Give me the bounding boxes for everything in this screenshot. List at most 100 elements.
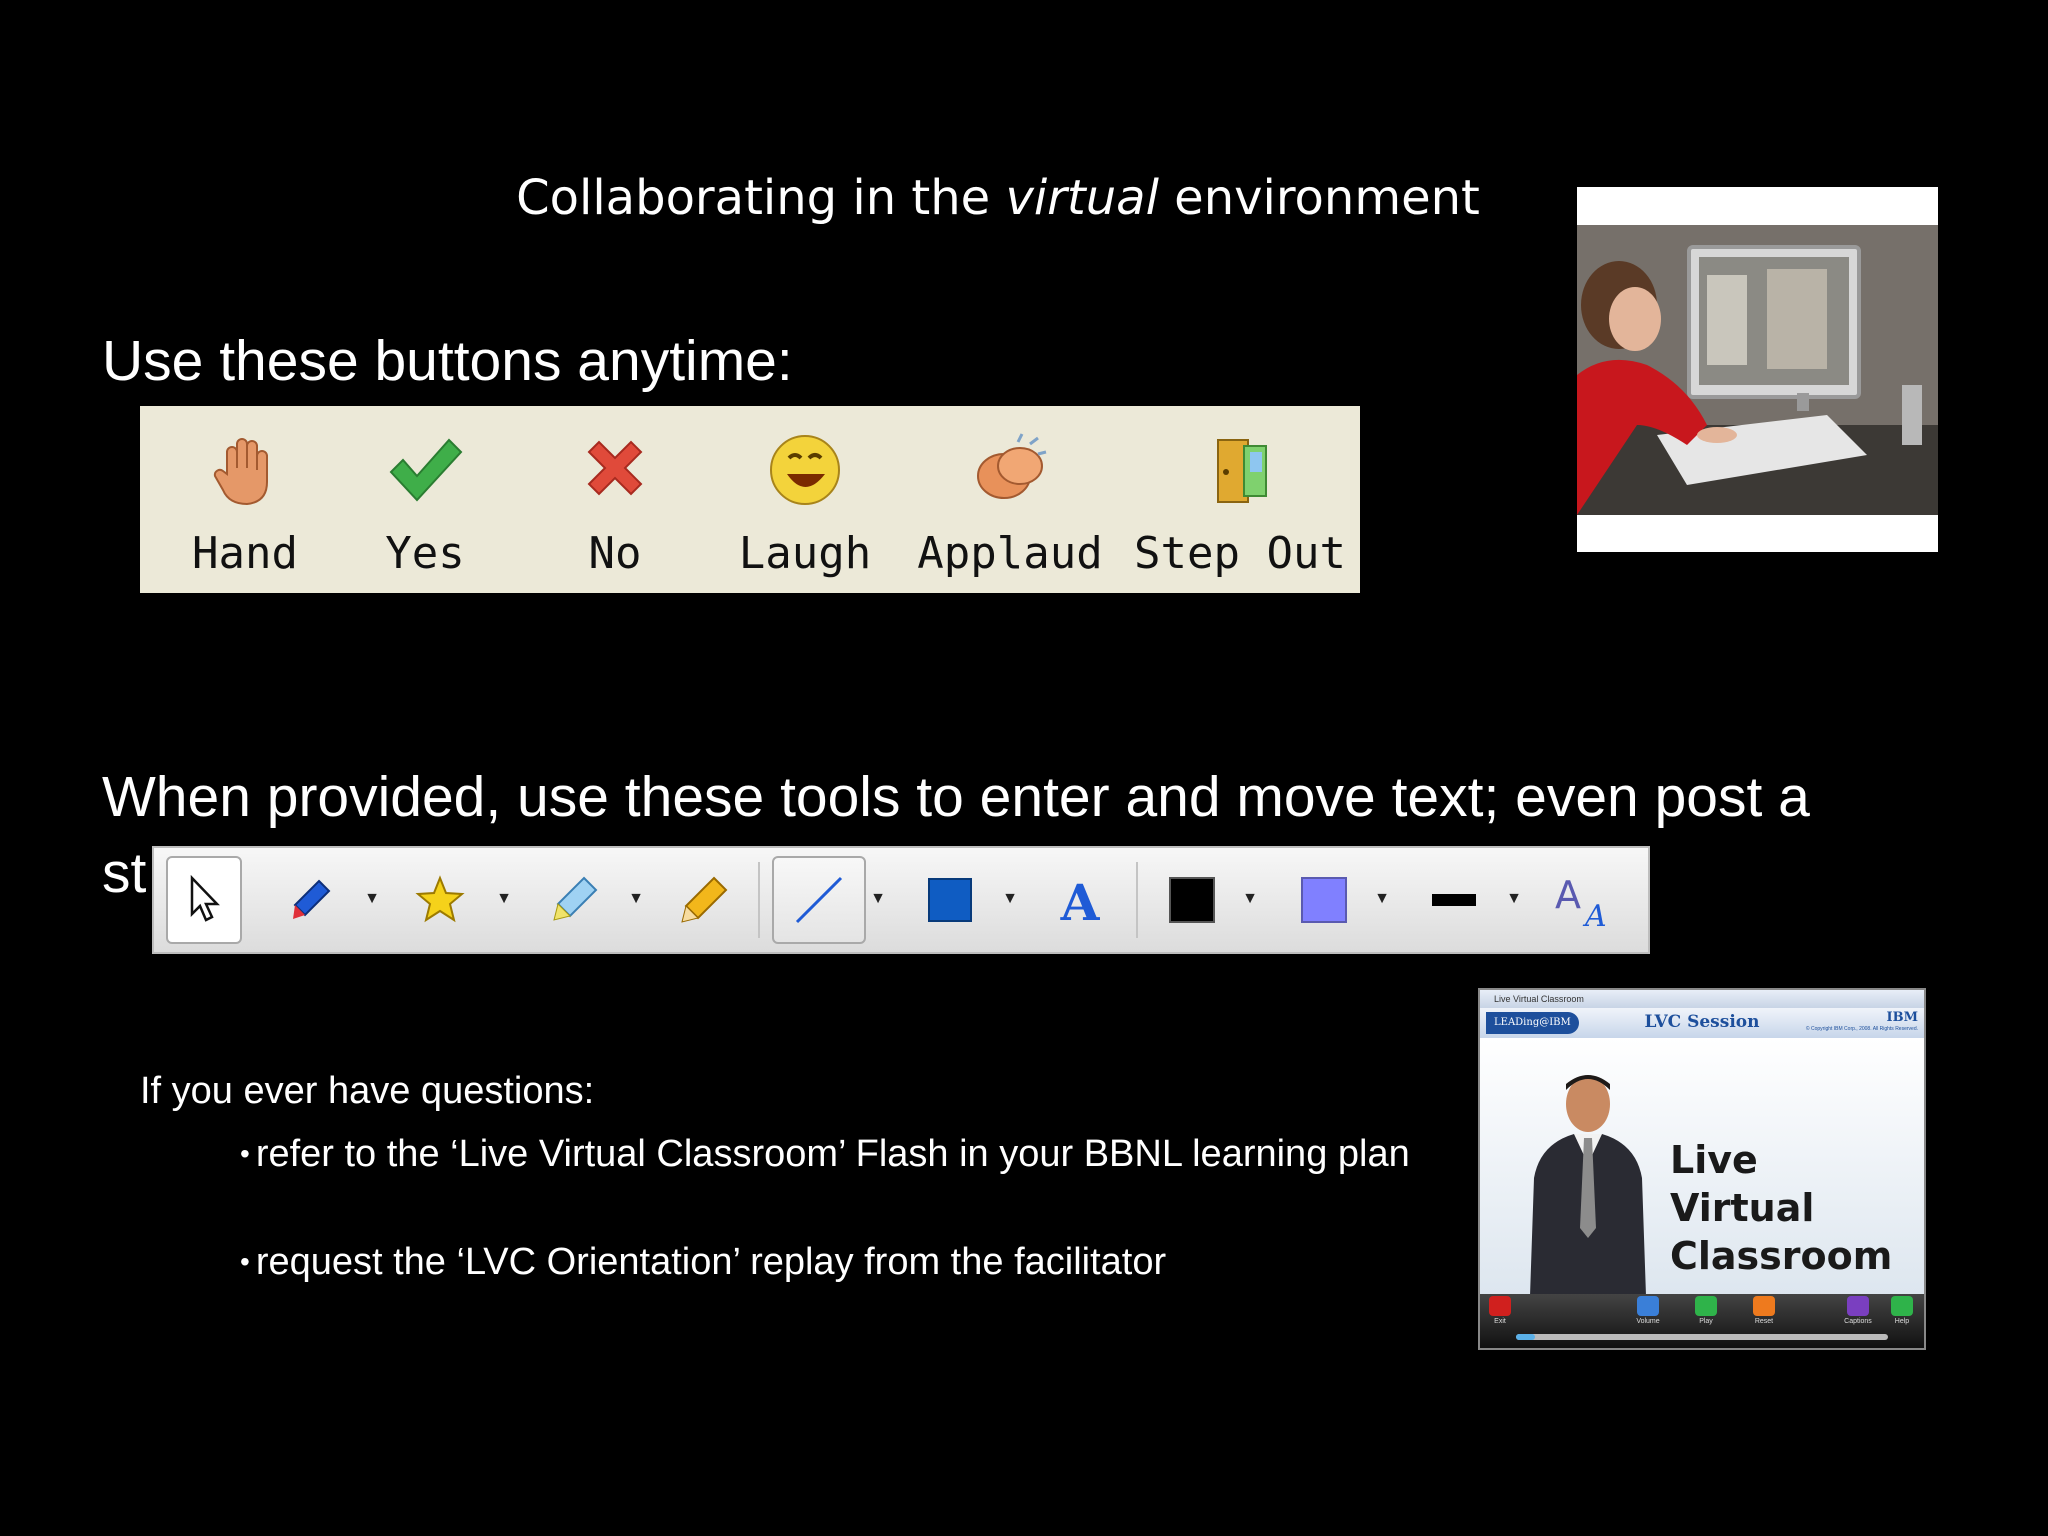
filled-square-icon [928, 878, 972, 922]
laughing-face-icon [770, 435, 840, 505]
clapping-hands-icon [977, 433, 1047, 499]
red-x-icon [587, 440, 643, 496]
applaud-label: Applaud [917, 528, 1103, 579]
toolbar-separator [758, 862, 760, 938]
applaud-button[interactable]: Applaud [910, 406, 1110, 593]
fill-color-swatch-icon [1301, 877, 1347, 923]
lvc-session-thumbnail: Live Virtual Classroom LEADing@IBM LVC S… [1478, 988, 1926, 1350]
text-tool[interactable]: A [1042, 856, 1118, 944]
svg-text:A: A [1060, 874, 1101, 926]
step-out-button[interactable]: Step Out [1130, 406, 1350, 593]
rectangle-tool[interactable] [912, 856, 988, 944]
line-width-icon [1432, 894, 1476, 906]
font-size-icon: A A [1555, 873, 1607, 930]
lvc-captions-button[interactable]: Captions [1838, 1296, 1878, 1325]
lvc-progress-bar[interactable] [1516, 1334, 1888, 1340]
line-width-button[interactable] [1416, 856, 1492, 944]
lvc-header: LEADing@IBM LVC Session IBM © Copyright … [1480, 1008, 1924, 1038]
no-label: No [588, 528, 642, 579]
title-text-post: environment [1158, 170, 1480, 226]
bullet-dot: • [240, 1246, 250, 1277]
question-bullet-2-text: request the ‘LVC Orientation’ replay fro… [255, 1241, 1167, 1283]
stamp-tool[interactable] [402, 856, 478, 944]
reset-icon [1753, 1296, 1775, 1316]
question-bullet-1: • refer to the ‘Live Virtual Classroom’ F… [240, 1130, 1420, 1178]
lvc-volume-label: Volume [1636, 1318, 1660, 1325]
questions-heading: If you ever have questions: [140, 1070, 595, 1112]
buttons-heading: Use these buttons anytime: [102, 329, 793, 393]
lvc-big-title-line-2: Virtual [1670, 1186, 1815, 1230]
highlighter-tool[interactable] [536, 856, 612, 944]
marker-dropdown-arrow[interactable]: ▼ [362, 884, 382, 914]
presenter-figure-image [1530, 1075, 1646, 1296]
hand-button[interactable]: Hand [160, 406, 330, 593]
letter-a-icon: A [1060, 874, 1101, 926]
question-bullet-2: • request the ‘LVC Orientation’ replay fr… [240, 1238, 1420, 1286]
captions-icon [1847, 1296, 1869, 1316]
whiteboard-toolbar: ▼ ▼ ▼ ▼ ▼ A ▼ ▼ ▼ A A [152, 846, 1650, 954]
line-icon [795, 876, 843, 924]
marker-tool[interactable] [272, 856, 348, 944]
rectangle-dropdown-arrow[interactable]: ▼ [1000, 884, 1020, 914]
lvc-volume-button[interactable]: Volume [1628, 1296, 1668, 1325]
question-bullet-1-text: refer to the ‘Live Virtual Classroom’ Fl… [255, 1133, 1410, 1175]
title-text-emphasis: virtual [1005, 170, 1159, 226]
svg-text:A: A [1555, 873, 1581, 917]
play-icon [1695, 1296, 1717, 1316]
highlighter-dropdown-arrow[interactable]: ▼ [626, 884, 646, 914]
highlighter-icon [553, 876, 598, 921]
tools-heading: When provided, use these tools to enter … [102, 765, 1810, 829]
fill-color-button[interactable] [1286, 856, 1362, 944]
photo-frame [1577, 187, 1938, 552]
pencil-icon [681, 876, 728, 923]
green-check-icon [389, 438, 463, 502]
cursor-arrow-icon [190, 874, 220, 922]
help-icon [1891, 1296, 1913, 1316]
person-at-computer-photo [1577, 225, 1938, 515]
lvc-reset-label: Reset [1754, 1318, 1774, 1325]
person-at-computer-image [1577, 225, 1938, 515]
toolbar-separator [1136, 862, 1138, 938]
line-color-button[interactable] [1154, 856, 1230, 944]
lvc-captions-label: Captions [1844, 1318, 1872, 1325]
lvc-help-label: Help [1894, 1318, 1910, 1325]
text-size-button[interactable]: A A [1546, 856, 1622, 944]
line-dropdown-arrow[interactable]: ▼ [868, 884, 888, 914]
raised-hand-icon [213, 438, 268, 506]
star-icon [415, 875, 465, 923]
line-color-dropdown-arrow[interactable]: ▼ [1240, 884, 1260, 914]
lvc-help-button[interactable]: Help [1882, 1296, 1922, 1325]
lvc-big-title-line-1: Live [1670, 1138, 1758, 1182]
lvc-window-titlebar: Live Virtual Classroom [1480, 990, 1924, 1008]
lvc-play-label: Play [1699, 1318, 1713, 1325]
yes-button[interactable]: Yes [340, 406, 510, 593]
svg-text:A: A [1582, 899, 1607, 930]
lvc-copyright: © Copyright IBM Corp., 2008. All Rights … [1805, 1026, 1918, 1032]
lvc-exit-button[interactable]: Exit [1480, 1296, 1520, 1325]
line-width-dropdown-arrow[interactable]: ▼ [1504, 884, 1524, 914]
lvc-play-button[interactable]: Play [1686, 1296, 1726, 1325]
tools-heading-continuation: st [102, 841, 147, 905]
stamp-dropdown-arrow[interactable]: ▼ [494, 884, 514, 914]
volume-icon [1637, 1296, 1659, 1316]
reaction-buttons-panel: Hand Yes No Laugh Applaud Step Out [140, 406, 1360, 593]
lvc-control-bar: Exit Volume Play Reset Captions Help [1480, 1294, 1924, 1348]
select-pointer-tool[interactable] [166, 856, 242, 944]
title-text-pre: Collaborating in the [516, 170, 1006, 226]
eraser-tool[interactable] [666, 856, 742, 944]
lvc-reset-button[interactable]: Reset [1744, 1296, 1784, 1325]
lvc-body: Live Virtual Classroom [1480, 1038, 1924, 1296]
bullet-dot: • [240, 1138, 250, 1169]
door-icon [1217, 439, 1267, 503]
hand-label: Hand [192, 528, 298, 579]
laugh-button[interactable]: Laugh [720, 406, 890, 593]
laugh-label: Laugh [738, 528, 872, 579]
fill-color-dropdown-arrow[interactable]: ▼ [1372, 884, 1392, 914]
exit-icon [1489, 1296, 1511, 1316]
marker-pen-icon [293, 879, 331, 919]
lvc-big-title: Live Virtual Classroom [1670, 1136, 1920, 1280]
no-button[interactable]: No [530, 406, 700, 593]
lvc-exit-label: Exit [1494, 1318, 1506, 1325]
yes-label: Yes [385, 528, 465, 579]
line-tool[interactable] [772, 856, 866, 944]
